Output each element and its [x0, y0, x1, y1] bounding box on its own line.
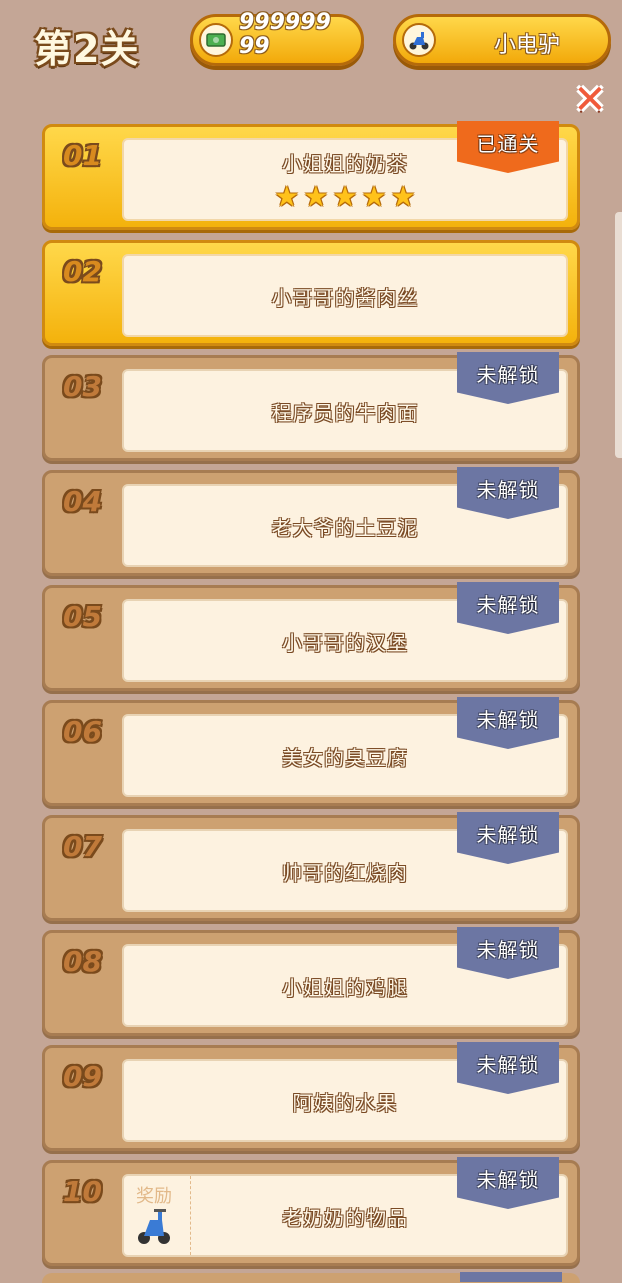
- level-name: 小哥哥的酱肉丝: [271, 286, 419, 310]
- level-row-10[interactable]: 10 奖励 老奶奶的物品 未解锁: [42, 1157, 580, 1266]
- level-number: 07: [63, 830, 102, 863]
- level-card: 小哥哥的酱肉丝: [122, 254, 568, 337]
- level-number: 04: [63, 485, 102, 518]
- level-row-09[interactable]: 09 阿姨的水果 未解锁: [42, 1042, 580, 1151]
- scrollbar[interactable]: [615, 212, 622, 458]
- level-row-03[interactable]: 03 程序员的牛肉面 未解锁: [42, 352, 580, 461]
- star-icon: ★: [390, 180, 416, 213]
- level-number: 06: [63, 715, 102, 748]
- level-number: 01: [63, 139, 102, 172]
- vehicle-selector[interactable]: 小电驴: [393, 14, 611, 66]
- level-number: 08: [63, 945, 102, 978]
- scooter-icon: [402, 23, 436, 57]
- level-number: 05: [63, 600, 102, 633]
- status-badge-partial: [460, 1272, 562, 1282]
- vehicle-name: 小电驴: [493, 33, 560, 58]
- level-row-01[interactable]: 01 小姐姐的奶茶 ★ ★ ★ ★ ★ 已通关: [42, 121, 580, 230]
- level-number: 09: [63, 1060, 102, 1093]
- star-icon: ★: [332, 180, 358, 213]
- close-icon[interactable]: ✕: [572, 80, 608, 120]
- level-title: 第2关: [34, 27, 140, 71]
- star-icon: ★: [274, 180, 300, 213]
- level-row-02[interactable]: 02 小哥哥的酱肉丝: [42, 240, 580, 346]
- level-row-08[interactable]: 08 小姐姐的鸡腿 未解锁: [42, 927, 580, 1036]
- level-number: 03: [63, 370, 102, 403]
- level-row-06[interactable]: 06 美女的臭豆腐 未解锁: [42, 697, 580, 806]
- level-row-07[interactable]: 07 帅哥的红烧肉 未解锁: [42, 812, 580, 921]
- money-amount: 99999999: [239, 10, 331, 59]
- star-icon: ★: [361, 180, 387, 213]
- cash-icon: [199, 23, 233, 57]
- star-rating: ★ ★ ★ ★ ★: [124, 180, 566, 213]
- level-row-05[interactable]: 05 小哥哥的汉堡 未解锁: [42, 582, 580, 691]
- level-number: 02: [63, 255, 102, 288]
- level-number: 10: [63, 1175, 102, 1208]
- money-counter: 99999999: [190, 10, 364, 66]
- level-row-04[interactable]: 04 老大爷的土豆泥 未解锁: [42, 467, 580, 576]
- star-icon: ★: [303, 180, 329, 213]
